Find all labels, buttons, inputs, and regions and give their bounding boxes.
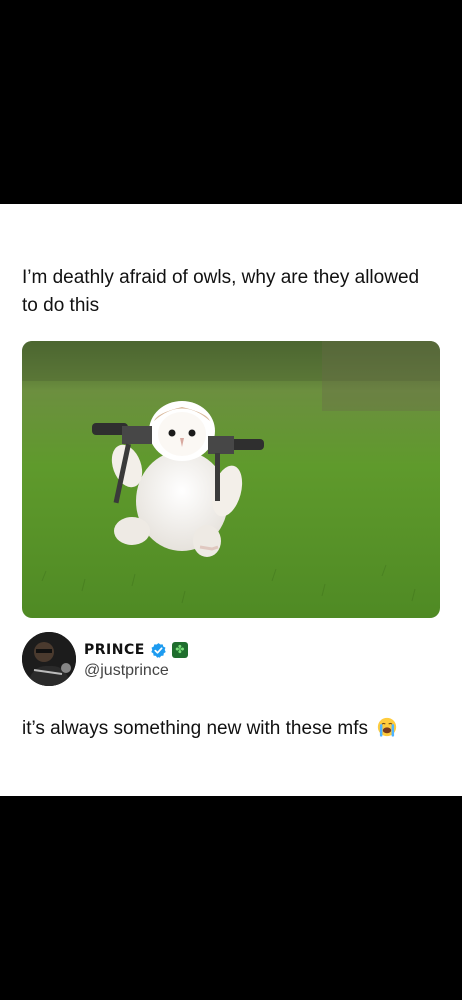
quote-text: I’m deathly afraid of owls, why are they… [22, 267, 420, 316]
reply-text: it’s always something new with these mfs [22, 716, 442, 742]
avatar[interactable] [22, 632, 76, 686]
verified-badge-icon [151, 642, 166, 658]
clover-icon: ✤ [171, 642, 188, 658]
loudly-crying-face-icon [378, 717, 397, 737]
name-row: PRINCE ✤ [84, 640, 188, 660]
top-black-bar [0, 0, 462, 204]
author-handle[interactable]: @justprince [84, 662, 169, 680]
post-card: I’m deathly afraid of owls, why are they… [0, 204, 462, 796]
owl-with-guns-photo [22, 341, 440, 618]
post-image[interactable] [22, 341, 440, 618]
display-name[interactable]: PRINCE [84, 642, 145, 658]
author-info: PRINCE ✤ @justprince [22, 632, 442, 688]
bottom-black-bar [0, 796, 462, 1000]
reply-text-content: it’s always something new with these mfs [22, 718, 369, 739]
